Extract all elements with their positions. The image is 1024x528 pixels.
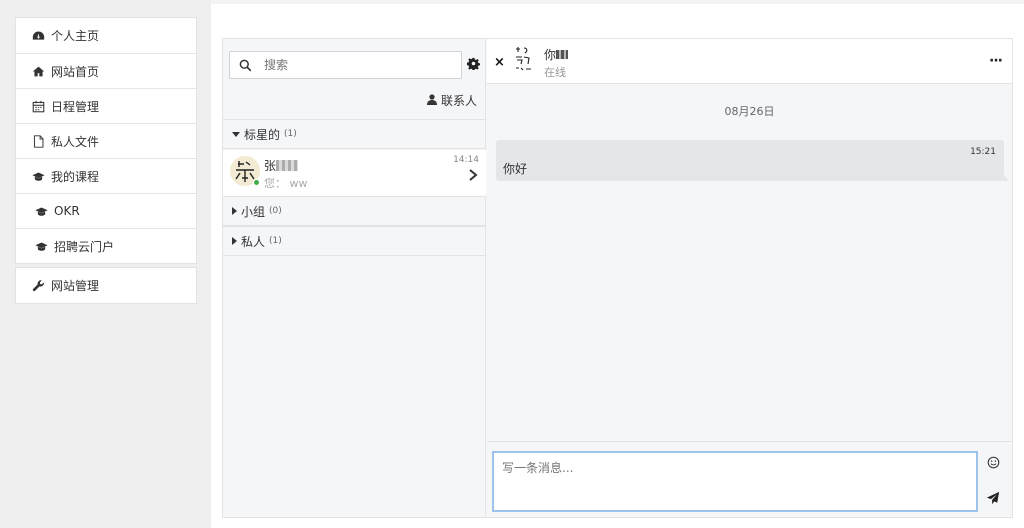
sidebar-item-label: 网站管理 <box>51 279 100 293</box>
group-count: (0) <box>269 206 282 216</box>
group-groups[interactable]: 小组 (0) <box>223 196 486 226</box>
conversation-panel: × 你 在线 ··· 08月26日 15:21 你好 <box>487 39 1012 517</box>
graduation-cap-icon <box>34 239 48 253</box>
group-starred[interactable]: 标星的 (1) <box>223 119 486 149</box>
sidebar-item-site-admin[interactable]: 网站管理 <box>16 268 196 303</box>
settings-gear-icon[interactable] <box>467 57 481 71</box>
sidebar-item-label: 网站首页 <box>51 64 100 79</box>
caret-down-icon <box>232 131 240 137</box>
blurred-name-pixels <box>556 50 569 59</box>
user-icon <box>426 93 441 108</box>
group-count: (1) <box>284 129 297 139</box>
menu-group-admin: 网站管理 <box>15 267 197 304</box>
sidebar-item-label: 日程管理 <box>51 99 100 114</box>
last-message-time: 14:14 <box>453 155 479 165</box>
group-label: 小组 <box>241 204 266 219</box>
calendar-icon <box>31 99 45 113</box>
sidebar-item-label: 招聘云门户 <box>54 239 115 254</box>
blurred-name-pixels <box>276 160 299 171</box>
caret-right-icon <box>232 237 237 245</box>
presence-status: 在线 <box>544 66 566 79</box>
sidebar-item-label: 个人主页 <box>51 29 100 43</box>
conversation-name-text: 你 <box>544 48 557 62</box>
message-time: 15:21 <box>970 147 996 157</box>
conversation-avatar <box>514 45 536 75</box>
home-icon <box>31 64 45 78</box>
message-bubble: 15:21 你好 <box>496 140 1009 181</box>
group-count: (1) <box>269 236 282 246</box>
conversation-header: × 你 在线 ··· <box>487 39 1012 84</box>
sidebar-menu: 个人主页 网站首页 日程管理 私人文件 我的课程 OKR 招聘云门户 网站管理 <box>15 17 197 304</box>
caret-right-icon <box>232 207 237 215</box>
group-label: 标星的 <box>244 127 281 142</box>
message-text: 你好 <box>503 162 528 176</box>
sidebar-item-site-home[interactable]: 网站首页 <box>16 53 196 88</box>
contacts-label: 联系人 <box>440 94 477 108</box>
more-options-button[interactable]: ··· <box>989 53 1003 69</box>
search-icon <box>230 59 260 72</box>
contacts-link[interactable]: 联系人 <box>426 92 477 109</box>
conversation-name: 你 <box>544 46 569 63</box>
search-input[interactable] <box>260 58 450 72</box>
online-status-dot <box>253 179 260 186</box>
search-box <box>229 51 462 79</box>
graduation-cap-icon <box>34 204 48 218</box>
sidebar-item-calendar[interactable]: 日程管理 <box>16 88 196 123</box>
group-private[interactable]: 私人 (1) <box>223 226 486 256</box>
sidebar-item-okr[interactable]: OKR <box>16 193 196 228</box>
menu-group-main: 个人主页 网站首页 日程管理 私人文件 我的课程 OKR 招聘云门户 <box>15 17 197 264</box>
contact-name: 张 <box>264 157 299 174</box>
date-separator: 08月26日 <box>724 105 775 118</box>
contact-row[interactable]: 张 您： ww 14:14 <box>223 150 486 196</box>
messaging-drawer: 联系人 标星的 (1) 张 您： ww 14:14 <box>222 38 1013 518</box>
sidebar-item-recruitment-portal[interactable]: 招聘云门户 <box>16 228 196 263</box>
file-icon <box>31 134 45 148</box>
emoji-icon[interactable] <box>987 456 1001 470</box>
message-composer <box>487 441 1012 517</box>
sidebar-item-label: OKR <box>54 204 80 218</box>
sidebar-item-profile[interactable]: 个人主页 <box>16 18 196 53</box>
contacts-panel: 联系人 标星的 (1) 张 您： ww 14:14 <box>223 39 486 517</box>
group-label: 私人 <box>241 234 266 249</box>
sidebar-item-my-courses[interactable]: 我的课程 <box>16 158 196 193</box>
sidebar-item-label: 我的课程 <box>51 169 100 184</box>
dashboard-icon <box>31 29 45 43</box>
bubble-tail <box>1003 173 1009 181</box>
graduation-cap-icon <box>31 169 45 183</box>
last-message-preview: 您： ww <box>264 177 308 190</box>
chevron-right-icon <box>468 169 478 181</box>
close-icon[interactable]: × <box>494 55 505 70</box>
contact-name-text: 张 <box>264 159 277 173</box>
top-bar <box>211 0 1024 4</box>
wrench-icon <box>31 279 45 293</box>
sidebar-item-label: 私人文件 <box>51 134 100 149</box>
sidebar-item-private-files[interactable]: 私人文件 <box>16 123 196 158</box>
message-input[interactable] <box>492 451 978 512</box>
send-icon[interactable] <box>986 491 1000 505</box>
